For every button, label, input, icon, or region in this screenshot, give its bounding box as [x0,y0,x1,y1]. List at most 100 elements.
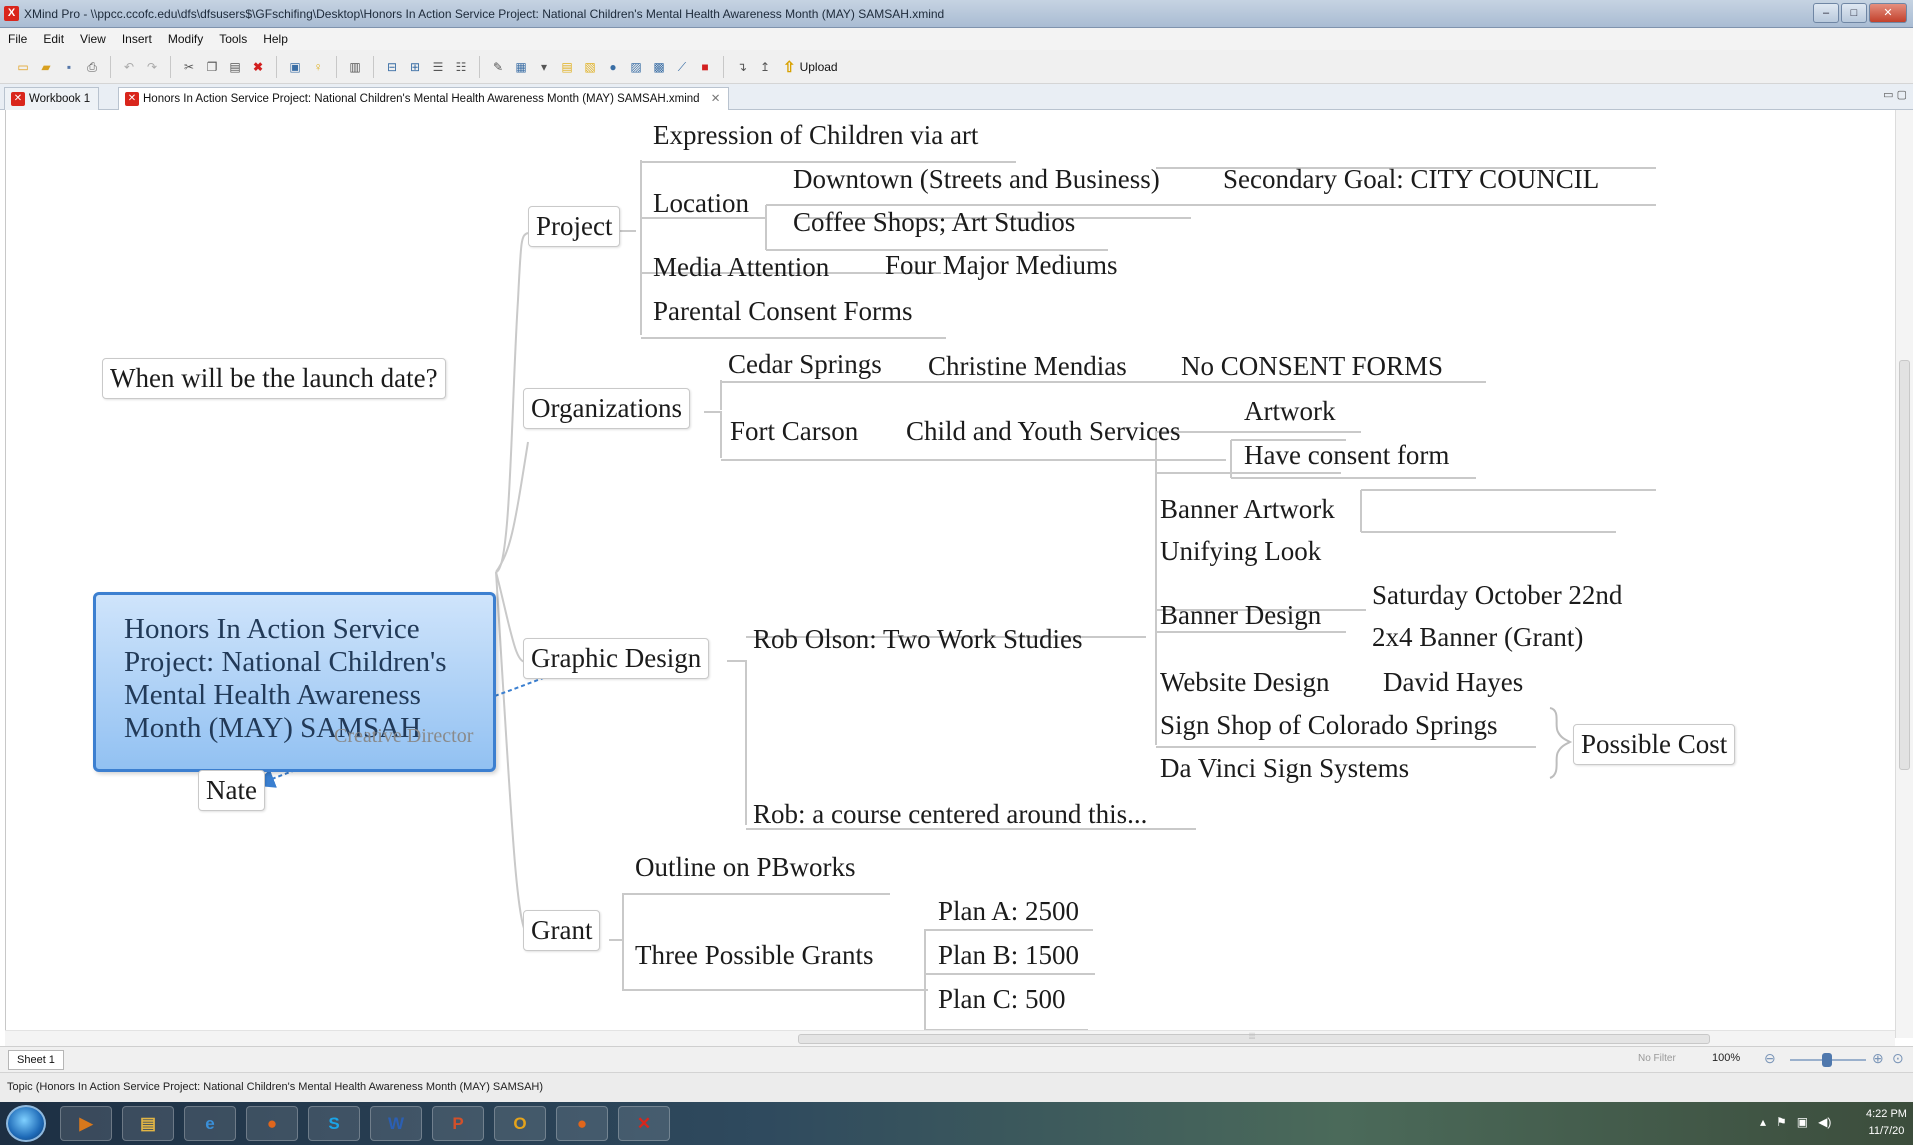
attachment-icon[interactable]: ▧ [581,58,599,76]
editor-tabs: ✕ Workbook 1 ✕ Honors In Action Service … [0,84,1913,110]
tab-label: Honors In Action Service Project: Nation… [143,93,700,105]
grant-bracket [609,893,928,991]
open-icon[interactable]: ▰ [37,58,55,76]
menu-edit[interactable]: Edit [43,28,64,50]
close-button[interactable]: ✕ [1869,3,1907,23]
skype-icon[interactable]: S [308,1106,360,1141]
paste-icon[interactable]: ▤ [226,58,244,76]
scroll-grip-icon: ⦙⦙⦙ [1249,1031,1256,1041]
firefox-icon-2[interactable]: ● [556,1106,608,1141]
start-button[interactable] [6,1105,46,1142]
volume-icon[interactable]: ◀) [1818,1115,1831,1129]
firefox-icon[interactable]: ● [246,1106,298,1141]
summary-icon[interactable]: ☷ [452,58,470,76]
menu-modify[interactable]: Modify [168,28,203,50]
xmind-file-icon: ✕ [11,92,25,106]
toolbar-separator [276,55,277,78]
stop-icon[interactable]: ■ [696,58,714,76]
copy-icon[interactable]: ❐ [203,58,221,76]
insert-subtopic-icon[interactable]: ⊟ [383,58,401,76]
cut-icon[interactable]: ✂ [180,58,198,76]
notes-icon[interactable]: ▤ [558,58,576,76]
minimize-maximize-icon[interactable]: ▭ ▢ [1883,88,1907,101]
menu-help[interactable]: Help [263,28,288,50]
title-bar: X XMind Pro - \\ppcc.ccofc.edu\dfs\dfsus… [0,0,1913,28]
grant-connection-lines [609,893,1095,1031]
marker-icon[interactable]: ▦ [512,58,530,76]
upload-button[interactable]: ⇧ Upload [783,58,838,76]
menu-bar: File Edit View Insert Modify Tools Help [0,28,1913,50]
idea-icon[interactable]: ♀ [309,58,327,76]
outline-icon[interactable]: ▥ [346,58,364,76]
hyperlink-icon[interactable]: ▩ [650,58,668,76]
redo-icon[interactable]: ↷ [143,58,161,76]
boundary-icon[interactable]: ☰ [429,58,447,76]
internet-explorer-icon[interactable]: e [184,1106,236,1141]
flag-icon[interactable]: ⚑ [1776,1115,1787,1129]
tab-workbook-1[interactable]: ✕ Workbook 1 [4,87,100,110]
toolbar-separator [479,55,480,78]
tab-close-icon[interactable]: ✕ [711,93,721,105]
xmind-file-icon: ✕ [125,92,139,106]
drillup-icon[interactable]: ↥ [756,58,774,76]
clock[interactable]: 4:22 PM 11/7/20 [1866,1106,1907,1140]
xmind-app-icon: X [4,6,19,21]
toolbar-separator [723,55,724,78]
tab-honors-project[interactable]: ✕ Honors In Action Service Project: Nati… [118,87,730,110]
zoom-out-icon[interactable]: ⊖ [1764,1050,1776,1067]
clock-time: 4:22 PM [1866,1108,1907,1120]
menu-insert[interactable]: Insert [122,28,152,50]
toolbar-separator [110,55,111,78]
system-tray: ▴ ⚑ ▣ ◀) [1760,1115,1831,1129]
topic-icon[interactable]: ▣ [286,58,304,76]
print-icon[interactable]: ⎙ [83,58,101,76]
taskbar: ▶ ▤ e ● S W P O ● ✕ ▴ ⚑ ▣ ◀) 4:22 PM 11/7/20 [0,1102,1913,1145]
upload-icon: ⇧ [783,58,796,76]
toolbar-separator [373,55,374,78]
media-player-icon[interactable]: ▶ [60,1106,112,1141]
word-icon[interactable]: W [370,1106,422,1141]
maximize-button[interactable]: □ [1841,3,1867,23]
xmind-icon[interactable]: ✕ [618,1106,670,1141]
new-icon[interactable]: ▭ [14,58,32,76]
menu-view[interactable]: View [80,28,106,50]
explorer-icon[interactable]: ▤ [122,1106,174,1141]
toolbar-separator [336,55,337,78]
label-icon[interactable]: ● [604,58,622,76]
filter-indicator[interactable]: No Filter [1638,1053,1676,1064]
zoom-level[interactable]: 100% [1712,1052,1740,1064]
dropdown-arrow-icon[interactable]: ▾ [535,58,553,76]
toolbar: ▭ ▰ ▪ ⎙ ↶ ↷ ✂ ❐ ▤ ✖ ▣ ♀ ▥ ⊟ ⊞ ☰ ☷ ✎ ▦ ▾ … [0,50,1913,84]
tray-arrow-icon[interactable]: ▴ [1760,1115,1766,1129]
network-icon[interactable]: ▣ [1797,1115,1808,1129]
vertical-scroll-thumb[interactable] [1899,360,1910,770]
outlook-icon[interactable]: O [494,1106,546,1141]
zoom-slider-handle[interactable] [1822,1053,1832,1067]
relationship-icon[interactable]: ✎ [489,58,507,76]
minimize-button[interactable]: – [1813,3,1839,23]
menu-file[interactable]: File [8,28,27,50]
pen-icon[interactable]: ⟋ [673,58,691,76]
clock-date: 11/7/20 [1868,1125,1905,1137]
zoom-fit-icon[interactable]: ⊙ [1892,1050,1904,1067]
image-icon[interactable]: ▨ [627,58,645,76]
zoom-in-icon[interactable]: ⊕ [1872,1050,1884,1067]
three-grants-bracket [924,929,1095,1031]
status-text: Topic (Honors In Action Service Project:… [7,1081,544,1093]
undo-icon[interactable]: ↶ [120,58,138,76]
delete-icon[interactable]: ✖ [249,58,267,76]
drilldown-icon[interactable]: ↴ [733,58,751,76]
powerpoint-icon[interactable]: P [432,1106,484,1141]
window-controls: – □ ✕ [1813,3,1907,23]
upload-label: Upload [799,59,838,74]
toolbar-separator [170,55,171,78]
insert-topic-icon[interactable]: ⊞ [406,58,424,76]
window-title: XMind Pro - \\ppcc.ccofc.edu\dfs\dfsuser… [24,7,945,21]
tab-label: Workbook 1 [29,93,91,105]
vertical-scrollbar[interactable] [1895,110,1913,1038]
horizontal-scrollbar[interactable]: ⦙⦙⦙ [5,1030,1895,1046]
menu-tools[interactable]: Tools [219,28,247,50]
save-icon[interactable]: ▪ [60,58,78,76]
status-bar: Topic (Honors In Action Service Project:… [0,1072,1913,1102]
sheet-tab[interactable]: Sheet 1 [8,1050,64,1070]
